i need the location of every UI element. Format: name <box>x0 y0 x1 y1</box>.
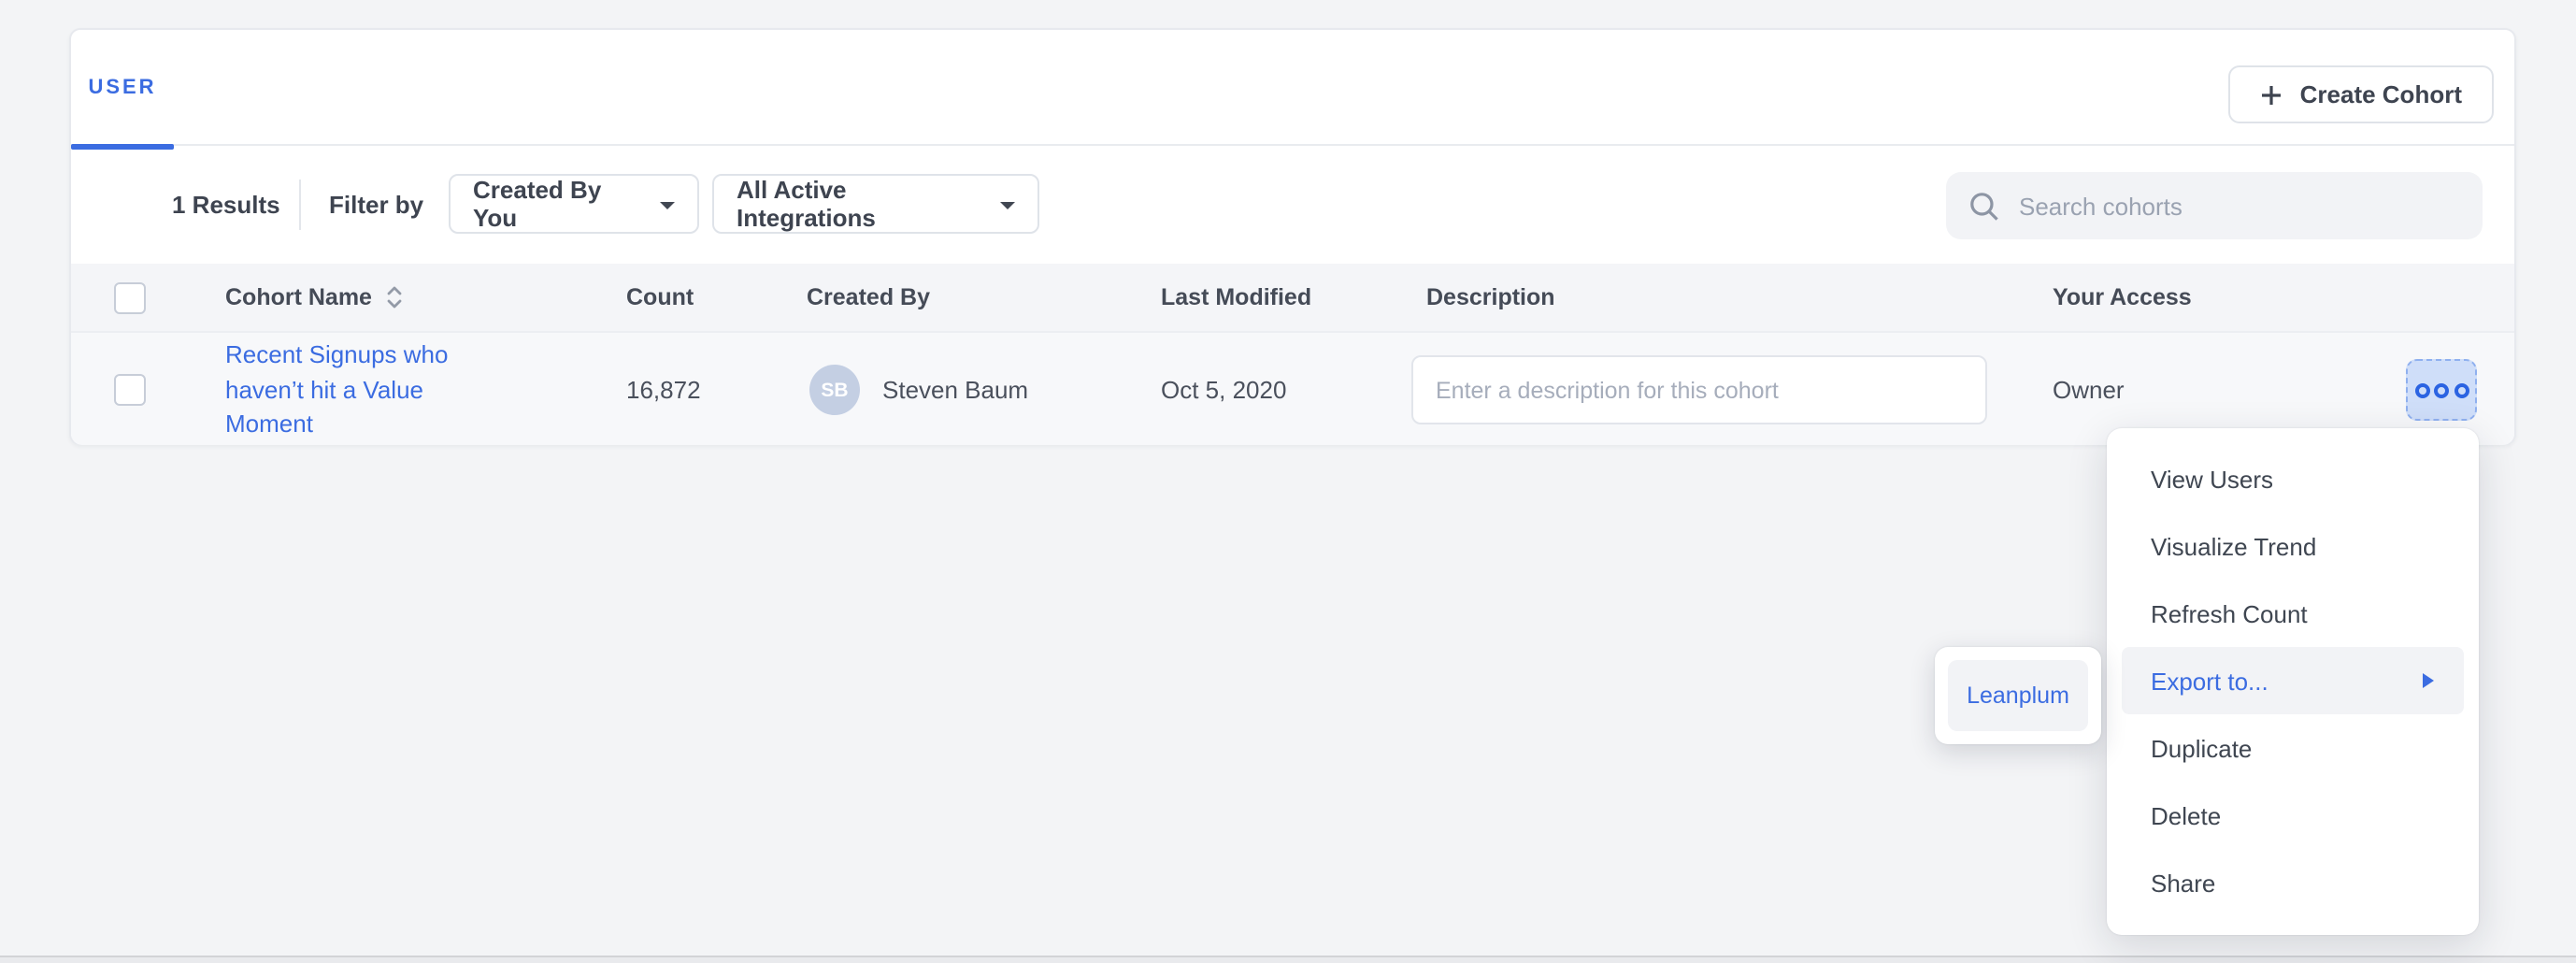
submenu-item-leanplum[interactable]: Leanplum <box>1948 660 2088 731</box>
row-checkbox[interactable] <box>114 374 146 406</box>
divider <box>299 180 301 230</box>
menu-item-refresh-count[interactable]: Refresh Count <box>2106 580 2478 647</box>
menu-item-visualize-trend[interactable]: Visualize Trend <box>2106 512 2478 580</box>
column-header-cohort-name[interactable]: Cohort Name <box>225 264 404 331</box>
results-count: 1 Results <box>172 146 280 264</box>
search-box <box>1946 172 2483 239</box>
column-header-count: Count <box>626 264 694 331</box>
table-header: Cohort Name Count Created By Last Modifi… <box>71 264 2514 331</box>
tab-user-label: USER <box>88 77 156 99</box>
column-header-label: Cohort Name <box>225 284 372 310</box>
created-by-dropdown-value: Created By You <box>473 176 643 232</box>
filter-bar: 1 Results Filter by Created By You All A… <box>71 146 2514 264</box>
last-modified-date: Oct 5, 2020 <box>1161 333 1286 447</box>
export-submenu: Leanplum <box>1935 647 2101 744</box>
filter-by-label: Filter by <box>329 146 423 264</box>
window-bottom-edge <box>0 956 2576 963</box>
cohorts-panel: USER Create Cohort 1 Results Filter by C… <box>69 28 2516 445</box>
chevron-down-icon <box>1000 201 1015 208</box>
menu-item-delete[interactable]: Delete <box>2106 782 2478 849</box>
created-by-dropdown[interactable]: Created By You <box>449 174 699 234</box>
integrations-dropdown-value: All Active Integrations <box>737 176 983 232</box>
menu-item-export-to[interactable]: Export to... <box>2121 647 2463 714</box>
column-header-last-modified: Last Modified <box>1161 264 1311 331</box>
menu-item-duplicate[interactable]: Duplicate <box>2106 714 2478 782</box>
cohort-name-link[interactable]: Recent Signups who haven’t hit a Value M… <box>225 338 472 442</box>
column-header-description: Description <box>1426 264 1555 331</box>
menu-item-view-users[interactable]: View Users <box>2106 445 2478 512</box>
avatar: SB <box>809 365 860 415</box>
created-by-name: Steven Baum <box>882 333 1028 447</box>
menu-item-share[interactable]: Share <box>2106 849 2478 916</box>
tab-bar: USER Create Cohort <box>71 30 2514 146</box>
description-input[interactable] <box>1411 355 1987 424</box>
chevron-down-icon <box>660 201 675 208</box>
more-dots-icon <box>2434 382 2449 397</box>
search-icon <box>1968 190 2000 222</box>
plus-icon <box>2261 83 2283 106</box>
cohort-count: 16,872 <box>626 333 701 447</box>
sort-icon[interactable] <box>385 284 404 310</box>
select-all-checkbox[interactable] <box>114 282 146 314</box>
context-menu: View Users Visualize Trend Refresh Count… <box>2106 427 2478 934</box>
more-dots-icon <box>2414 382 2429 397</box>
column-header-created-by: Created By <box>807 264 930 331</box>
search-input[interactable] <box>2019 192 2460 220</box>
submenu-arrow-icon <box>2422 673 2433 688</box>
create-cohort-button[interactable]: Create Cohort <box>2229 65 2494 123</box>
more-dots-icon <box>2454 382 2469 397</box>
create-cohort-label: Create Cohort <box>2300 80 2462 108</box>
more-actions-button[interactable] <box>2406 359 2477 421</box>
column-header-your-access: Your Access <box>2053 264 2192 331</box>
menu-item-export-to-label: Export to... <box>2151 667 2268 695</box>
integrations-dropdown[interactable]: All Active Integrations <box>712 174 1039 234</box>
tab-user[interactable]: USER <box>71 30 174 146</box>
cohorts-page: USER Create Cohort 1 Results Filter by C… <box>0 0 2576 963</box>
